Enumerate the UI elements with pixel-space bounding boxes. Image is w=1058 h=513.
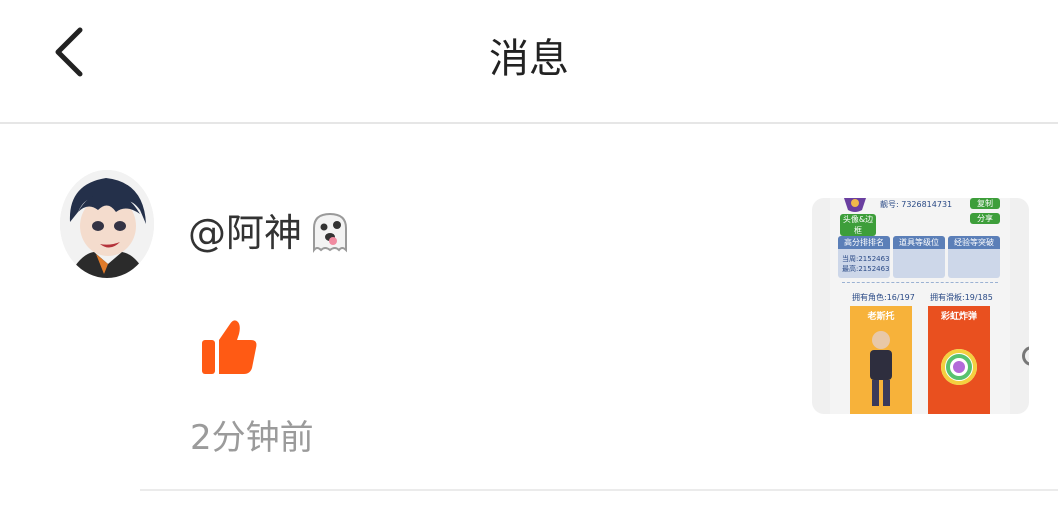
referenced-post-thumbnail[interactable]: 靓号: 7326814731 复制 头像&边框 分享 高分排排名 当周:2152… (812, 198, 1029, 414)
skateboard-card: 彩虹炸弹 (928, 306, 990, 414)
panel-3: 经验等突破 (948, 236, 1000, 278)
list-divider (140, 489, 1058, 491)
top-bar: 消息 (0, 0, 1058, 124)
character-card: 老斯托 (850, 306, 912, 414)
page-title: 消息 (489, 36, 569, 82)
owned-right: 拥有滑板:19/185 (930, 293, 993, 302)
avatar[interactable] (60, 170, 154, 278)
game-avatar-icon (844, 198, 866, 212)
share-btn: 分享 (970, 213, 1000, 224)
timestamp: 2分钟前 (190, 418, 314, 458)
avatar-frame-btn: 头像&边框 (840, 214, 876, 236)
id-label: 靓号: 7326814731 (880, 200, 953, 209)
thumbs-up-icon (202, 320, 257, 374)
username[interactable]: @阿神 (188, 211, 302, 255)
copy-btn: 复制 (970, 198, 1000, 209)
ghost-emoji-icon (313, 212, 348, 253)
message-sender[interactable]: @阿神 (188, 202, 352, 257)
owned-left: 拥有角色:16/197 (852, 293, 915, 302)
panel-1: 高分排排名 当周:2152463 最高:2152463 (838, 236, 890, 278)
game-screenshot: 靓号: 7326814731 复制 头像&边框 分享 高分排排名 当周:2152… (830, 198, 1029, 414)
panel-2: 道具等级位 (893, 236, 945, 278)
